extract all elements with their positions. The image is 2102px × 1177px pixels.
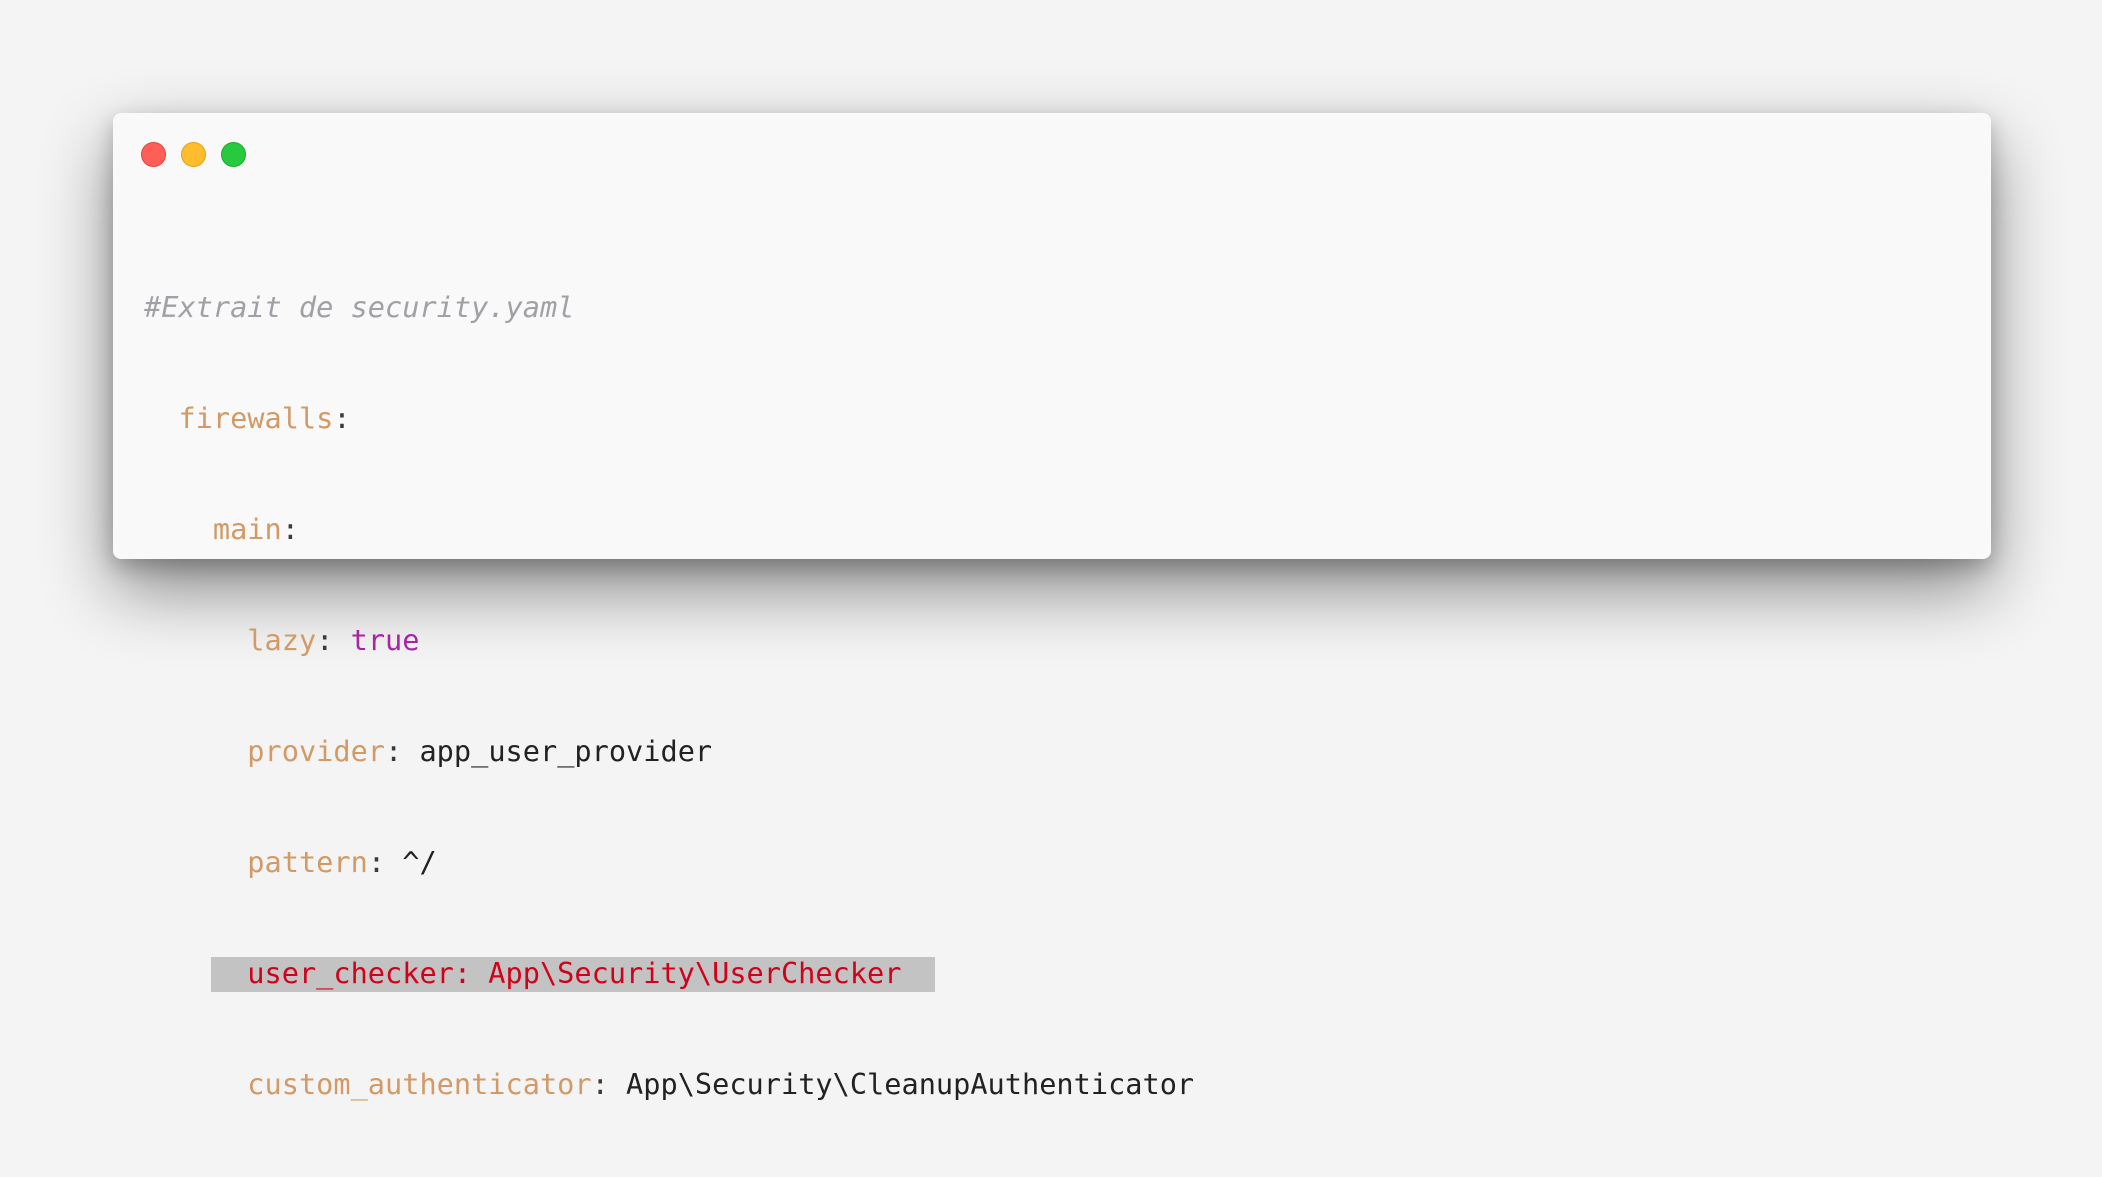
pattern-key: pattern xyxy=(247,845,368,879)
minimize-button[interactable] xyxy=(181,142,206,167)
code-block: #Extrait de security.yaml firewalls: mai… xyxy=(144,215,1194,1177)
maximize-button[interactable] xyxy=(221,142,246,167)
code-line-comment: #Extrait de security.yaml xyxy=(144,289,1194,326)
separator: : xyxy=(367,845,403,879)
code-line-firewalls: firewalls: xyxy=(144,400,1194,437)
lazy-key: lazy xyxy=(247,623,317,657)
code-line-lazy: lazy: true xyxy=(144,622,1194,659)
close-button[interactable] xyxy=(141,142,166,167)
colon: : xyxy=(333,401,351,435)
provider-value: app_user_provider xyxy=(419,734,713,768)
code-line-main: main: xyxy=(144,511,1194,548)
main-key: main xyxy=(212,512,282,546)
comment-text: #Extrait de security.yaml xyxy=(144,290,575,324)
code-line-pattern: pattern: ^/ xyxy=(144,844,1194,881)
separator: : xyxy=(316,623,351,657)
lazy-value: true xyxy=(350,623,420,657)
colon: : xyxy=(281,512,299,546)
user-checker-line: user_checker: App\Security\UserChecker xyxy=(247,956,902,990)
code-line-custom-authenticator: custom_authenticator: App\Security\Clean… xyxy=(144,1066,1194,1103)
pattern-value: ^/ xyxy=(402,845,437,879)
custom-authenticator-value: App\Security\CleanupAuthenticator xyxy=(626,1067,1195,1101)
separator: : xyxy=(385,734,420,768)
separator: : xyxy=(591,1067,627,1101)
custom-authenticator-key: custom_authenticator xyxy=(247,1067,592,1101)
code-window: #Extrait de security.yaml firewalls: mai… xyxy=(113,113,1991,1101)
provider-key: provider xyxy=(247,734,386,768)
code-line-provider: provider: app_user_provider xyxy=(144,733,1194,770)
firewalls-key: firewalls xyxy=(178,401,334,435)
code-line-user-checker-highlighted: user_checker: App\Security\UserChecker xyxy=(144,955,1194,992)
